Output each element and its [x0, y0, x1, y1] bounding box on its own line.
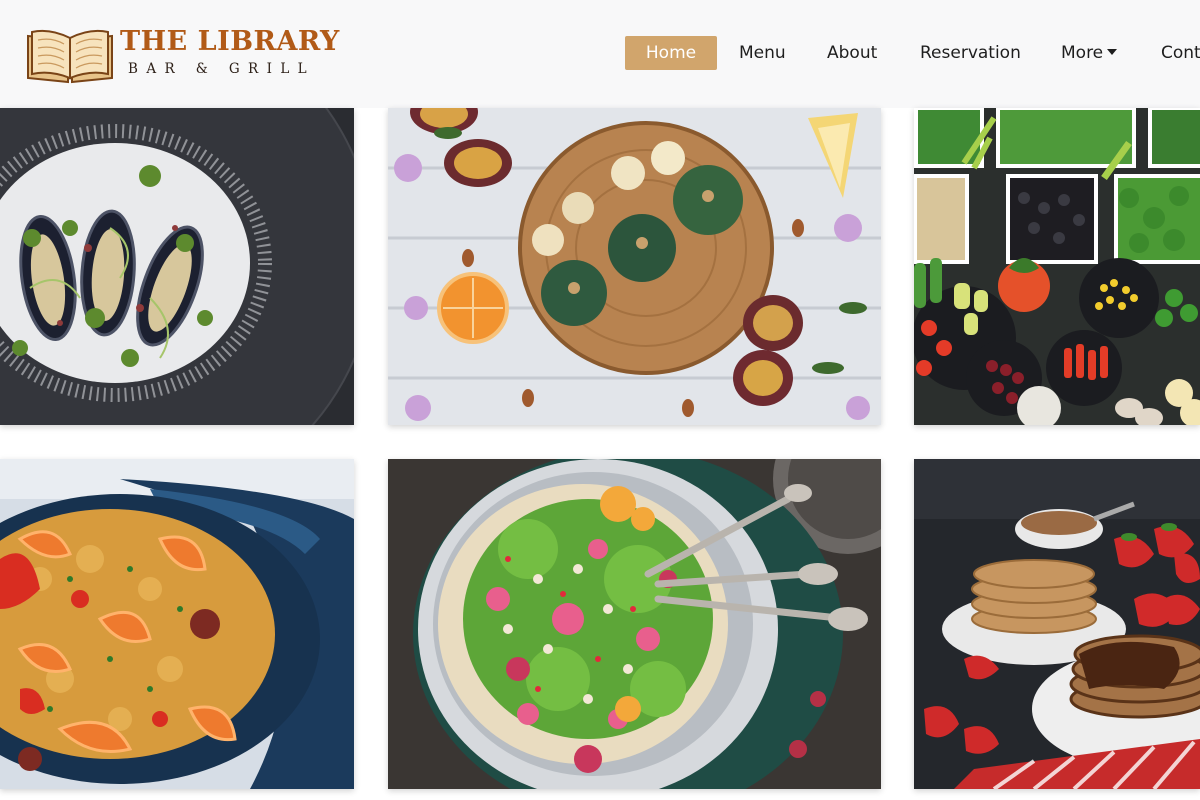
salad-bar-photo: [914, 108, 1200, 425]
hummus-photo: [388, 459, 881, 789]
desserts-photo: [388, 108, 881, 425]
nav-about[interactable]: About: [827, 36, 877, 70]
gallery-image-paella[interactable]: [0, 459, 354, 789]
paella-photo: [0, 459, 354, 789]
pancakes-photo: [914, 459, 1200, 789]
gallery-image-pancakes[interactable]: [914, 459, 1200, 789]
nav-more-dropdown[interactable]: More: [1061, 36, 1118, 70]
site-header: THE LIBRARY BAR & GRILL Home Menu About …: [0, 0, 1200, 108]
mussels-photo: [0, 108, 354, 425]
nav-home[interactable]: Home: [625, 36, 717, 70]
nav-contact[interactable]: Cont: [1161, 36, 1200, 70]
nav-menu[interactable]: Menu: [739, 36, 786, 70]
main-nav: Home Menu About Reservation More Cont: [0, 0, 1200, 108]
gallery-image-salad-bar[interactable]: [914, 108, 1200, 425]
nav-more-label: More: [1061, 43, 1104, 63]
nav-reservation[interactable]: Reservation: [920, 36, 1021, 70]
caret-down-icon: [1107, 49, 1118, 55]
gallery-image-hummus[interactable]: [388, 459, 881, 789]
gallery-image-mussels[interactable]: [0, 108, 354, 425]
gallery-image-desserts[interactable]: [388, 108, 881, 425]
